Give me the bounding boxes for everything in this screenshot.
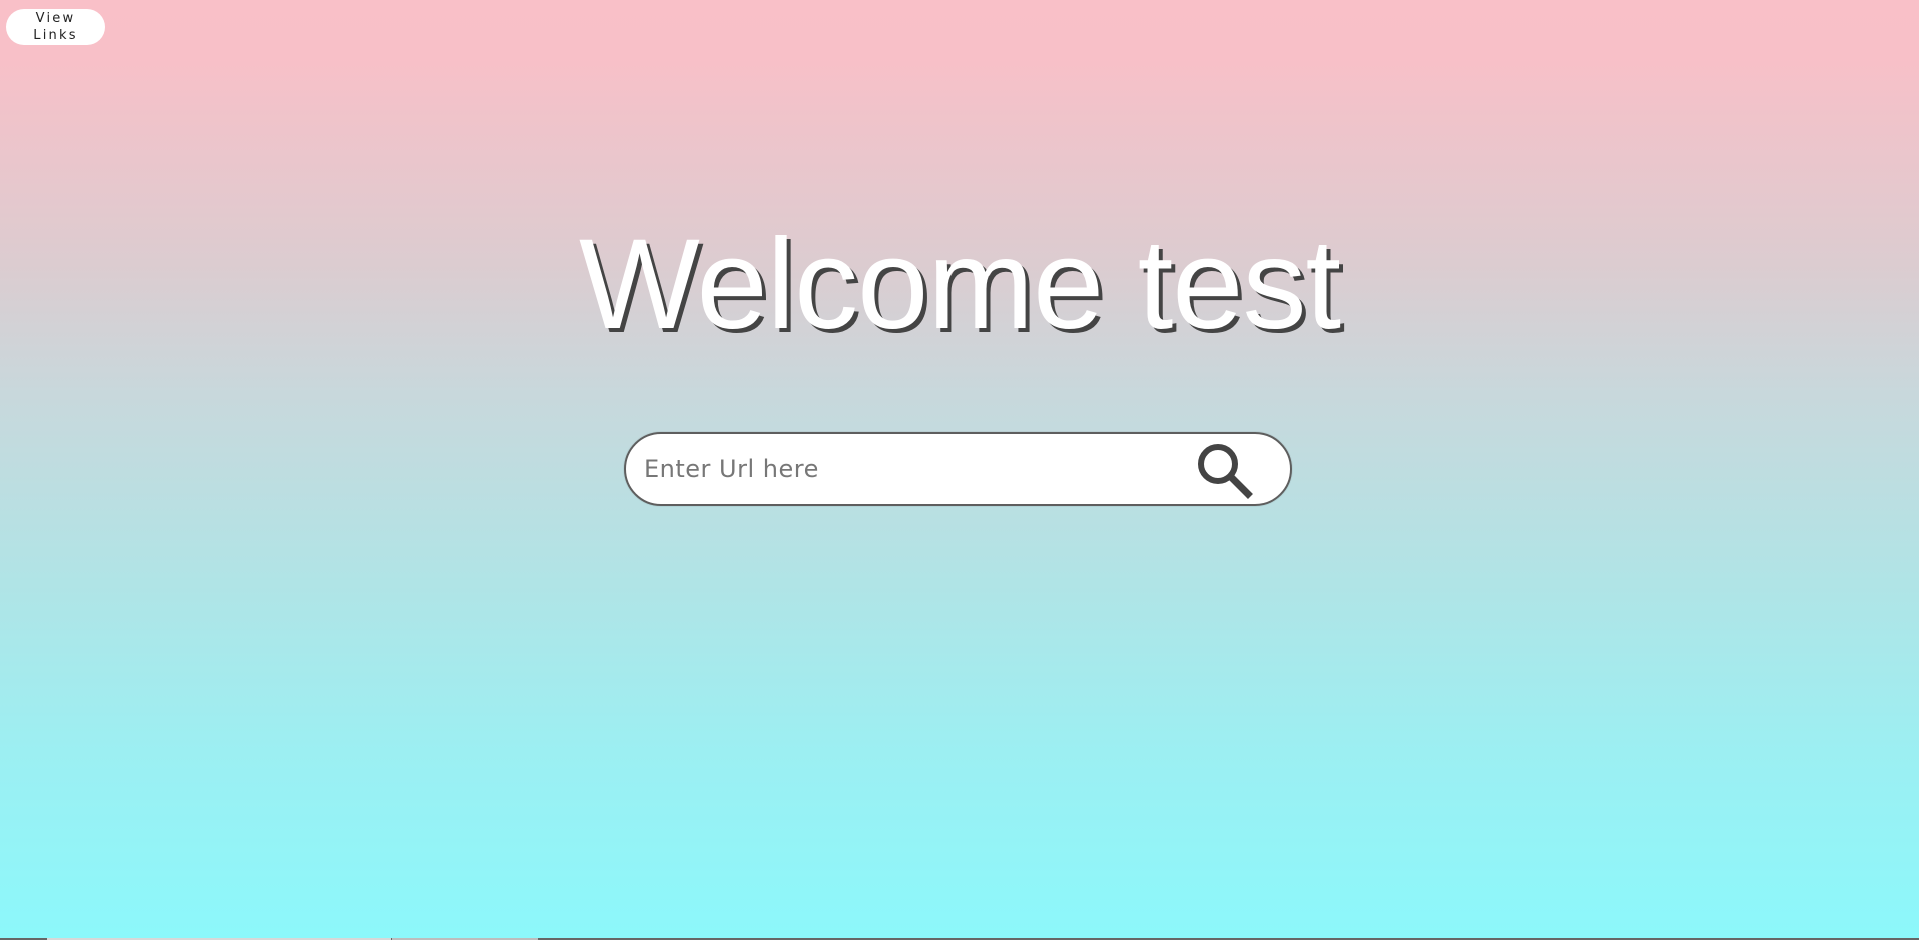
welcome-heading: Welcome test xyxy=(579,213,1341,356)
view-links-label-line1: View xyxy=(35,11,76,26)
search-button[interactable] xyxy=(1194,440,1254,500)
view-links-button[interactable]: View Links xyxy=(6,9,105,45)
search-bar xyxy=(624,432,1292,506)
view-links-label-line2: Links xyxy=(33,28,78,43)
search-icon xyxy=(1198,444,1253,499)
url-search-input[interactable] xyxy=(644,434,1184,504)
